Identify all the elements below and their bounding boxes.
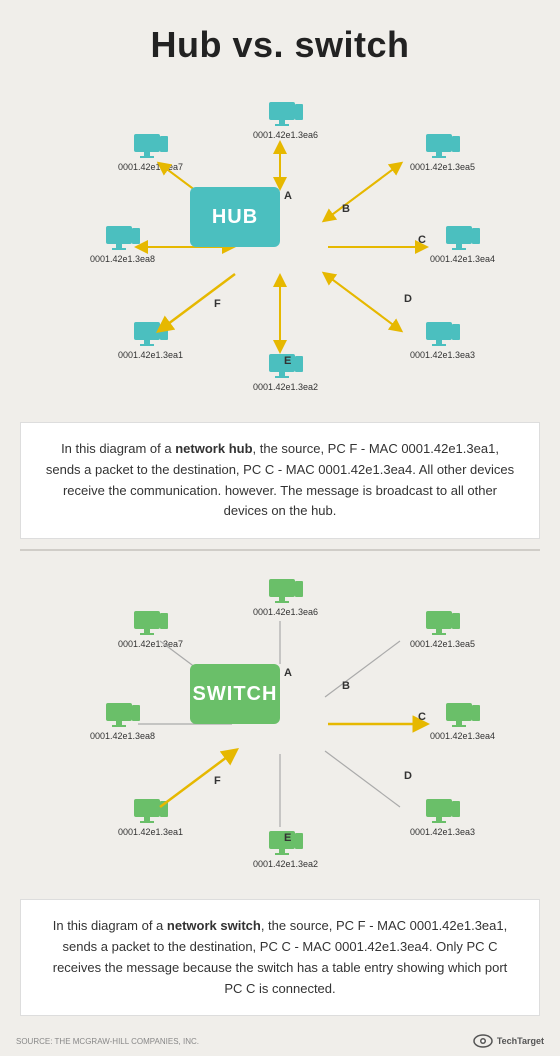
svg-text:B: B — [342, 680, 350, 692]
hub-description: In this diagram of a network hub, the so… — [20, 422, 540, 539]
switch-center-box: SWITCH — [190, 664, 280, 724]
svg-text:A: A — [284, 667, 292, 679]
footer-source: SOURCE: THE MCGRAW-HILL COMPANIES, INC. — [16, 1037, 199, 1046]
svg-text:F: F — [214, 298, 221, 310]
brand-label: TechTarget — [497, 1036, 544, 1046]
svg-text:C: C — [418, 711, 426, 723]
techtarget-logo: TechTarget — [473, 1034, 544, 1048]
svg-text:E: E — [284, 355, 291, 367]
svg-text:F: F — [214, 775, 221, 787]
switch-arrows: A B C D E F G H — [70, 569, 490, 889]
svg-text:A: A — [284, 190, 292, 202]
svg-text:C: C — [418, 234, 426, 246]
svg-text:D: D — [404, 770, 412, 782]
switch-description: In this diagram of a network switch, the… — [20, 899, 540, 1016]
switch-label: SWITCH — [193, 683, 278, 706]
svg-text:E: E — [284, 832, 291, 844]
svg-text:D: D — [404, 293, 412, 305]
hub-arrows: A B C D E F G H — [70, 92, 490, 412]
section-divider — [20, 549, 540, 551]
switch-section: A B C D E F G H SWITCH 0001.42e1.3ea6 — [0, 559, 560, 1016]
svg-text:B: B — [342, 203, 350, 215]
eye-icon — [473, 1034, 493, 1048]
footer: SOURCE: THE MCGRAW-HILL COMPANIES, INC. … — [0, 1026, 560, 1056]
page-title: Hub vs. switch — [0, 0, 560, 82]
hub-center-box: HUB — [190, 187, 280, 247]
hub-section: A B C D E F G H HUB 0001.42e1.3ea6 — [0, 82, 560, 539]
hub-diagram: A B C D E F G H HUB 0001.42e1.3ea6 — [70, 92, 490, 412]
hub-label: HUB — [212, 206, 258, 229]
switch-diagram: A B C D E F G H SWITCH 0001.42e1.3ea6 — [70, 569, 490, 889]
